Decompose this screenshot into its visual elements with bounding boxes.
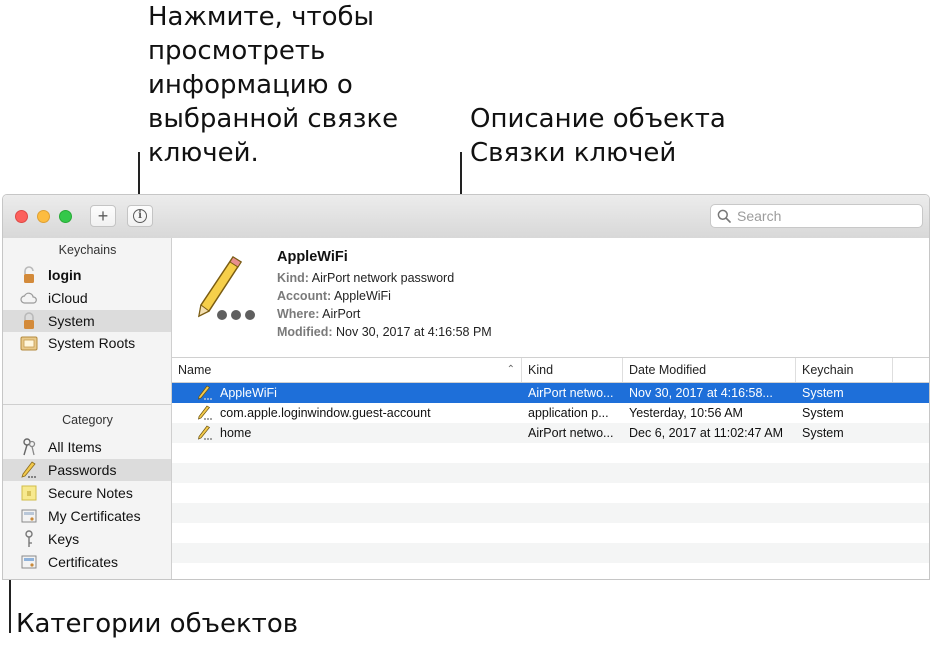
item-modified-row: Modified: Nov 30, 2017 at 4:16:58 PM	[277, 325, 492, 339]
cell-keychain: System	[802, 426, 844, 440]
table-row[interactable]: AppleWiFi AirPort netwo... Nov 30, 2017 …	[172, 383, 929, 403]
password-pencil-icon	[197, 255, 255, 320]
sidebar-item-all-items[interactable]: All Items	[3, 436, 171, 458]
keys-icon	[20, 438, 38, 456]
certificate-folder-icon	[20, 334, 38, 352]
cell-name: com.apple.loginwindow.guest-account	[220, 406, 431, 420]
sidebar-item-label: login	[48, 267, 82, 283]
sidebar-item-system[interactable]: System	[3, 310, 171, 332]
item-account-row: Account: AppleWiFi	[277, 289, 391, 303]
sidebar-item-keys[interactable]: Keys	[3, 528, 171, 550]
column-header-name[interactable]: Name ⌃	[172, 358, 522, 382]
sidebar-item-label: All Items	[48, 439, 102, 455]
callout-description-text: Описание объекта Связки ключей	[470, 104, 726, 168]
pencil-icon	[20, 461, 38, 479]
pencil-icon	[198, 405, 212, 420]
cell-kind: application p...	[528, 406, 609, 420]
empty-row	[172, 523, 929, 543]
note-icon	[20, 484, 38, 502]
cell-keychain: System	[802, 386, 844, 400]
sidebar-item-label: Passwords	[48, 462, 117, 478]
cell-keychain: System	[802, 406, 844, 420]
account-key: Account:	[277, 289, 332, 303]
sidebar-item-label: Secure Notes	[48, 485, 133, 501]
sidebar-item-icloud[interactable]: iCloud	[3, 287, 171, 309]
sidebar-item-secure-notes[interactable]: Secure Notes	[3, 482, 171, 504]
item-where-row: Where: AirPort	[277, 307, 360, 321]
table-row[interactable]: com.apple.loginwindow.guest-account appl…	[172, 403, 929, 423]
kind-value: AirPort network password	[311, 271, 455, 285]
cell-name: AppleWiFi	[220, 386, 277, 400]
sidebar-item-my-certificates[interactable]: My Certificates	[3, 505, 171, 527]
key-icon	[20, 530, 38, 548]
search-input[interactable]	[737, 208, 917, 224]
sidebar-item-label: iCloud	[48, 290, 88, 306]
modified-value: Nov 30, 2017 at 4:16:58 PM	[336, 325, 492, 339]
cell-date: Nov 30, 2017 at 4:16:58...	[629, 386, 773, 400]
table-row[interactable]: home AirPort netwo... Dec 6, 2017 at 11:…	[172, 423, 929, 443]
empty-row	[172, 443, 929, 463]
search-field[interactable]	[710, 204, 923, 228]
cell-date: Yesterday, 10:56 AM	[629, 406, 743, 420]
info-icon: i	[133, 209, 147, 223]
items-table: Name ⌃ Kind Date Modified Keychain Apple…	[172, 358, 929, 579]
add-item-button[interactable]: +	[90, 205, 116, 227]
sidebar-item-label: Certificates	[48, 554, 119, 570]
cell-kind: AirPort netwo...	[528, 386, 614, 400]
cell-date: Dec 6, 2017 at 11:02:47 AM	[629, 426, 784, 440]
chevron-up-icon: ⌃	[506, 364, 515, 375]
cell-name: home	[220, 426, 252, 440]
empty-row	[172, 483, 929, 503]
certificate-icon	[20, 507, 38, 525]
zoom-window-button[interactable]	[59, 210, 72, 223]
sidebar-item-certificates[interactable]: Certificates	[3, 551, 171, 573]
kind-key: Kind:	[277, 271, 309, 285]
minimize-window-button[interactable]	[37, 210, 50, 223]
sidebar-item-label: Keys	[48, 531, 80, 547]
keychains-header: Keychains	[58, 243, 117, 257]
callout-categories-text: Категории объектов	[16, 609, 299, 639]
info-button[interactable]: i	[127, 205, 153, 227]
column-header-kind[interactable]: Kind	[522, 358, 623, 382]
sidebar-item-system-roots[interactable]: System Roots	[3, 332, 171, 354]
where-key: Where:	[277, 307, 320, 321]
empty-row	[172, 563, 929, 579]
cell-kind: AirPort netwo...	[528, 426, 614, 440]
column-header-keychain[interactable]: Keychain	[796, 358, 893, 382]
cloud-icon	[20, 289, 38, 307]
sidebar-item-label: System Roots	[48, 335, 136, 351]
pencil-icon	[198, 385, 212, 400]
account-value: AppleWiFi	[333, 289, 391, 303]
certificate-icon	[20, 553, 38, 571]
search-icon	[717, 209, 731, 223]
category-header: Category	[62, 413, 113, 427]
plus-icon: +	[97, 206, 109, 226]
lock-icon	[20, 312, 38, 330]
sidebar-item-login[interactable]: login	[3, 264, 171, 286]
sidebar-item-passwords[interactable]: Passwords	[3, 459, 171, 481]
sidebar-item-label: My Certificates	[48, 508, 141, 524]
sidebar: Keychains login iCloud System System Roo…	[3, 238, 172, 579]
modified-key: Modified:	[277, 325, 333, 339]
empty-row	[172, 543, 929, 563]
keychain-window: + i Keychains login iCloud	[2, 194, 930, 580]
sidebar-divider	[3, 404, 172, 405]
item-kind-row: Kind: AirPort network password	[277, 271, 454, 285]
toolbar: + i	[3, 195, 929, 239]
column-header-date-modified[interactable]: Date Modified	[623, 358, 796, 382]
empty-row	[172, 503, 929, 523]
table-header: Name ⌃ Kind Date Modified Keychain	[172, 358, 929, 383]
callout-info-text: Нажмите, чтобы просмотреть информацию о …	[148, 2, 399, 168]
pencil-icon	[198, 425, 212, 440]
lock-open-icon	[20, 266, 38, 284]
close-window-button[interactable]	[15, 210, 28, 223]
item-detail-panel: AppleWiFi Kind: AirPort network password…	[172, 238, 929, 358]
empty-row	[172, 463, 929, 483]
item-title: AppleWiFi	[277, 249, 348, 265]
where-value: AirPort	[322, 307, 361, 321]
sidebar-item-label: System	[48, 313, 95, 329]
